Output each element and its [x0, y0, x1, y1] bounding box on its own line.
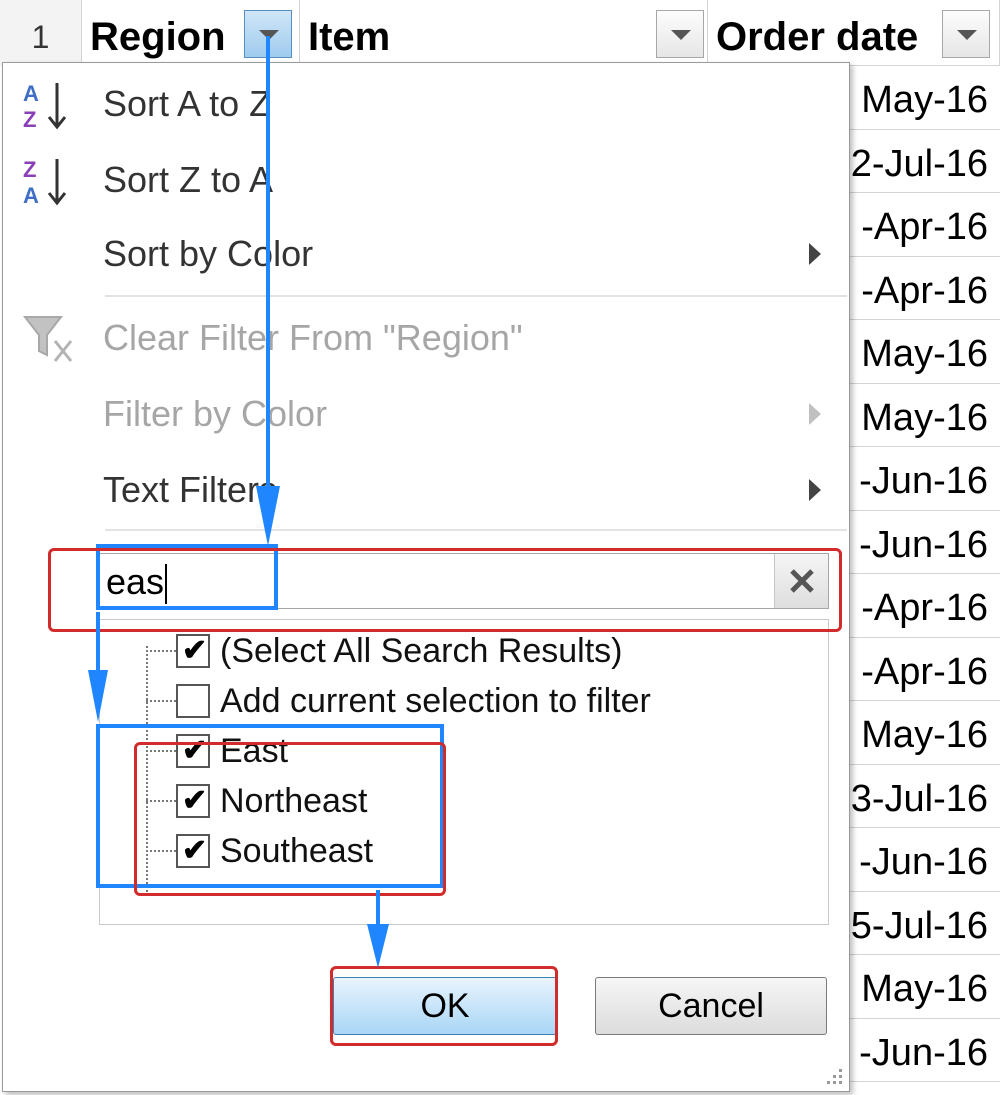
checkmark-icon: ✔ [182, 634, 208, 667]
date-cell[interactable]: 3-Jul-16 [848, 765, 1000, 828]
menu-item-text-filters[interactable]: Text Filters [3, 455, 849, 525]
ok-button[interactable]: OK [333, 977, 557, 1035]
menu-item-label: Sort Z to A [103, 159, 274, 200]
cancel-button[interactable]: Cancel [595, 977, 827, 1035]
sort-az-icon: A Z [23, 81, 67, 132]
tree-connector [146, 750, 176, 752]
column-header-item: Item [300, 0, 708, 66]
order-date-column-cells: May-16 2-Jul-16 -Apr-16 -Apr-16 May-16 M… [848, 66, 1000, 1082]
autofilter-menu: A Z Sort A to Z Z A Sort Z to A Sort by … [2, 62, 850, 1092]
checkmark-icon: ✔ [182, 734, 208, 767]
date-cell[interactable]: -Apr-16 [848, 257, 1000, 320]
date-cell[interactable]: 2-Jul-16 [848, 130, 1000, 193]
list-item-northeast[interactable]: ✔ Northeast [146, 776, 816, 826]
tree-connector [146, 800, 176, 802]
text-caret [165, 564, 168, 605]
date-cell[interactable]: -Apr-16 [848, 638, 1000, 701]
column-header-label: Region [90, 15, 226, 59]
checkbox[interactable]: ✔ [176, 634, 210, 668]
submenu-arrow-icon [809, 479, 821, 501]
menu-item-label: Sort by Color [103, 233, 314, 274]
svg-text:Z: Z [23, 157, 36, 182]
tree-connector [146, 650, 176, 652]
list-item-label: Northeast [220, 782, 368, 820]
column-header-label: Item [308, 15, 391, 59]
menu-item-label: Sort A to Z [103, 83, 272, 124]
tree-connector [146, 850, 176, 852]
order-date-filter-dropdown-button[interactable] [942, 10, 990, 58]
date-cell[interactable]: -Apr-16 [848, 574, 1000, 638]
svg-text:A: A [23, 183, 39, 208]
date-cell[interactable]: -Jun-16 [848, 511, 1000, 574]
filter-values-list: ✔ (Select All Search Results) Add curren… [99, 619, 829, 925]
column-header-label: Order date [716, 15, 919, 59]
svg-text:A: A [23, 81, 39, 106]
menu-item-sort-by-color[interactable]: Sort by Color [3, 219, 849, 289]
clear-search-button[interactable] [774, 554, 828, 608]
date-cell[interactable]: May-16 [848, 320, 1000, 384]
list-item-east[interactable]: ✔ East [146, 726, 816, 776]
sort-za-icon: Z A [23, 157, 67, 208]
checkmark-icon: ✔ [182, 834, 208, 867]
list-item-label: Southeast [220, 832, 374, 870]
date-cell[interactable]: May-16 [848, 701, 1000, 765]
checkbox[interactable] [176, 684, 210, 718]
list-item-add-current-selection[interactable]: Add current selection to filter [146, 676, 816, 726]
date-cell[interactable]: May-16 [848, 384, 1000, 447]
search-input-value: eas [106, 561, 165, 602]
checkbox[interactable]: ✔ [176, 784, 210, 818]
list-item-label: East [220, 732, 289, 770]
menu-item-label: Clear Filter From "Region" [103, 317, 523, 358]
menu-separator [105, 529, 847, 531]
clear-filter-icon [22, 316, 73, 362]
filter-search-input[interactable]: eas [99, 553, 829, 609]
date-cell[interactable]: May-16 [848, 66, 1000, 130]
checkbox[interactable]: ✔ [176, 734, 210, 768]
date-cell[interactable]: -Apr-16 [848, 193, 1000, 257]
submenu-arrow-icon [809, 403, 821, 425]
menu-item-clear-filter[interactable]: Clear Filter From "Region" [3, 303, 849, 373]
resize-grip-icon[interactable] [823, 1065, 845, 1087]
menu-item-filter-by-color[interactable]: Filter by Color [3, 379, 849, 449]
date-cell[interactable]: -Jun-16 [848, 447, 1000, 511]
tree-connector [146, 700, 176, 702]
menu-item-label: Filter by Color [103, 393, 328, 434]
row-number: 1 [0, 0, 82, 66]
menu-item-sort-a-to-z[interactable]: A Z Sort A to Z [3, 69, 849, 139]
region-filter-dropdown-button[interactable] [244, 10, 292, 58]
list-item-label: Add current selection to filter [220, 682, 651, 720]
close-icon [790, 569, 814, 593]
checkbox[interactable]: ✔ [176, 834, 210, 868]
checkmark-icon: ✔ [182, 784, 208, 817]
date-cell[interactable]: -Jun-16 [848, 828, 1000, 892]
menu-item-label: Text Filters [103, 469, 278, 510]
item-filter-dropdown-button[interactable] [656, 10, 704, 58]
submenu-arrow-icon [809, 243, 821, 265]
list-item-select-all-search-results[interactable]: ✔ (Select All Search Results) [146, 626, 816, 676]
date-cell[interactable]: -Jun-16 [848, 1019, 1000, 1082]
menu-separator [105, 295, 847, 297]
menu-item-sort-z-to-a[interactable]: Z A Sort Z to A [3, 145, 849, 215]
list-item-label: (Select All Search Results) [220, 632, 623, 670]
svg-text:Z: Z [23, 107, 36, 132]
date-cell[interactable]: 5-Jul-16 [848, 892, 1000, 955]
list-item-southeast[interactable]: ✔ Southeast [146, 826, 816, 876]
header-row: 1 Region Item Order date [0, 0, 1000, 66]
date-cell[interactable]: May-16 [848, 955, 1000, 1019]
